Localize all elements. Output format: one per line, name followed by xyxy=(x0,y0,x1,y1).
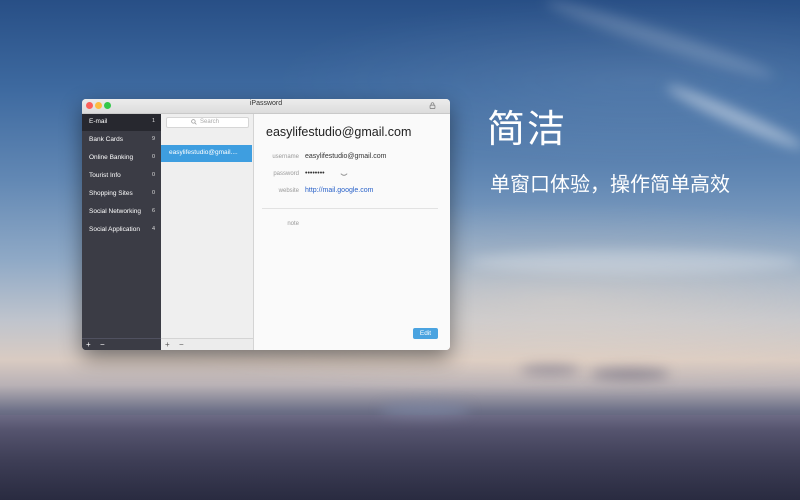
horizon-glow xyxy=(470,250,800,274)
entry-detail: easylifestudio@gmail.com username easyli… xyxy=(254,114,450,350)
sidebar-item-social-application[interactable]: Social Application 4 xyxy=(82,222,161,239)
search-icon xyxy=(191,119,197,125)
lock-icon[interactable] xyxy=(429,102,436,109)
titlebar[interactable]: iPassword xyxy=(82,99,450,114)
sidebar-item-count: 1 xyxy=(151,118,155,124)
entry-title: easylifestudio@gmail.com xyxy=(266,125,412,139)
website-label: website xyxy=(278,188,299,194)
sidebar-item-label: E-mail xyxy=(89,118,108,125)
promo-headline: 简洁 xyxy=(487,107,568,151)
sidebar-item-label: Tourist Info xyxy=(89,172,121,179)
window-title: iPassword xyxy=(249,100,283,107)
list-item[interactable]: easylifestudio@gmail.... xyxy=(161,145,252,162)
cloud-streak xyxy=(663,80,800,154)
sidebar-footer: + − xyxy=(82,338,161,350)
sidebar-item-count: 0 xyxy=(151,190,155,196)
sidebar-item-count: 0 xyxy=(151,172,155,178)
sidebar-item-count: 4 xyxy=(151,226,155,232)
remove-category-button[interactable]: − xyxy=(100,340,105,349)
list-item-label: easylifestudio@gmail.... xyxy=(169,149,238,156)
sea xyxy=(0,415,800,500)
sidebar-item-online-banking[interactable]: Online Banking 0 xyxy=(82,150,161,167)
category-sidebar: E-mail 1 Bank Cards 9 Online Banking 0 T… xyxy=(82,114,161,350)
sidebar-item-tourist-info[interactable]: Tourist Info 0 xyxy=(82,168,161,185)
cloud xyxy=(520,365,580,375)
reveal-eye-icon[interactable] xyxy=(340,172,348,177)
divider xyxy=(262,208,438,209)
cloud-streak xyxy=(543,0,777,85)
edit-button[interactable]: Edit xyxy=(413,328,438,339)
sidebar-item-count: 0 xyxy=(151,154,155,160)
sidebar-item-count: 9 xyxy=(151,136,155,142)
promo-subline: 单窗口体验，操作简单高效 xyxy=(490,172,730,196)
list-footer: + − xyxy=(161,338,253,350)
cloud xyxy=(590,368,670,380)
search-input[interactable]: Search xyxy=(166,117,249,128)
sidebar-item-bank-cards[interactable]: Bank Cards 9 xyxy=(82,132,161,149)
entry-list: Search easylifestudio@gmail.... + − xyxy=(161,114,254,350)
username-value[interactable]: easylifestudio@gmail.com xyxy=(305,153,386,160)
search-placeholder: Search xyxy=(200,119,220,125)
app-window: iPassword E-mail 1 Bank Cards 9 Online B… xyxy=(82,99,450,350)
sidebar-item-label: Social Networking xyxy=(89,208,142,215)
sidebar-item-count: 6 xyxy=(151,208,155,214)
add-category-button[interactable]: + xyxy=(86,340,91,349)
sidebar-item-email[interactable]: E-mail 1 xyxy=(82,114,161,131)
sidebar-item-label: Shopping Sites xyxy=(89,190,133,197)
add-entry-button[interactable]: + xyxy=(165,340,170,349)
sidebar-item-label: Social Application xyxy=(89,226,140,233)
sidebar-item-shopping-sites[interactable]: Shopping Sites 0 xyxy=(82,186,161,203)
note-label: note xyxy=(287,221,299,227)
sidebar-item-label: Online Banking xyxy=(89,154,134,161)
website-link[interactable]: http://mail.google.com xyxy=(305,187,373,194)
username-label: username xyxy=(272,154,299,160)
password-value[interactable]: •••••••• xyxy=(305,170,325,177)
remove-entry-button[interactable]: − xyxy=(179,340,184,349)
password-label: password xyxy=(273,171,299,177)
sidebar-item-label: Bank Cards xyxy=(89,136,123,143)
sidebar-item-social-networking[interactable]: Social Networking 6 xyxy=(82,204,161,221)
